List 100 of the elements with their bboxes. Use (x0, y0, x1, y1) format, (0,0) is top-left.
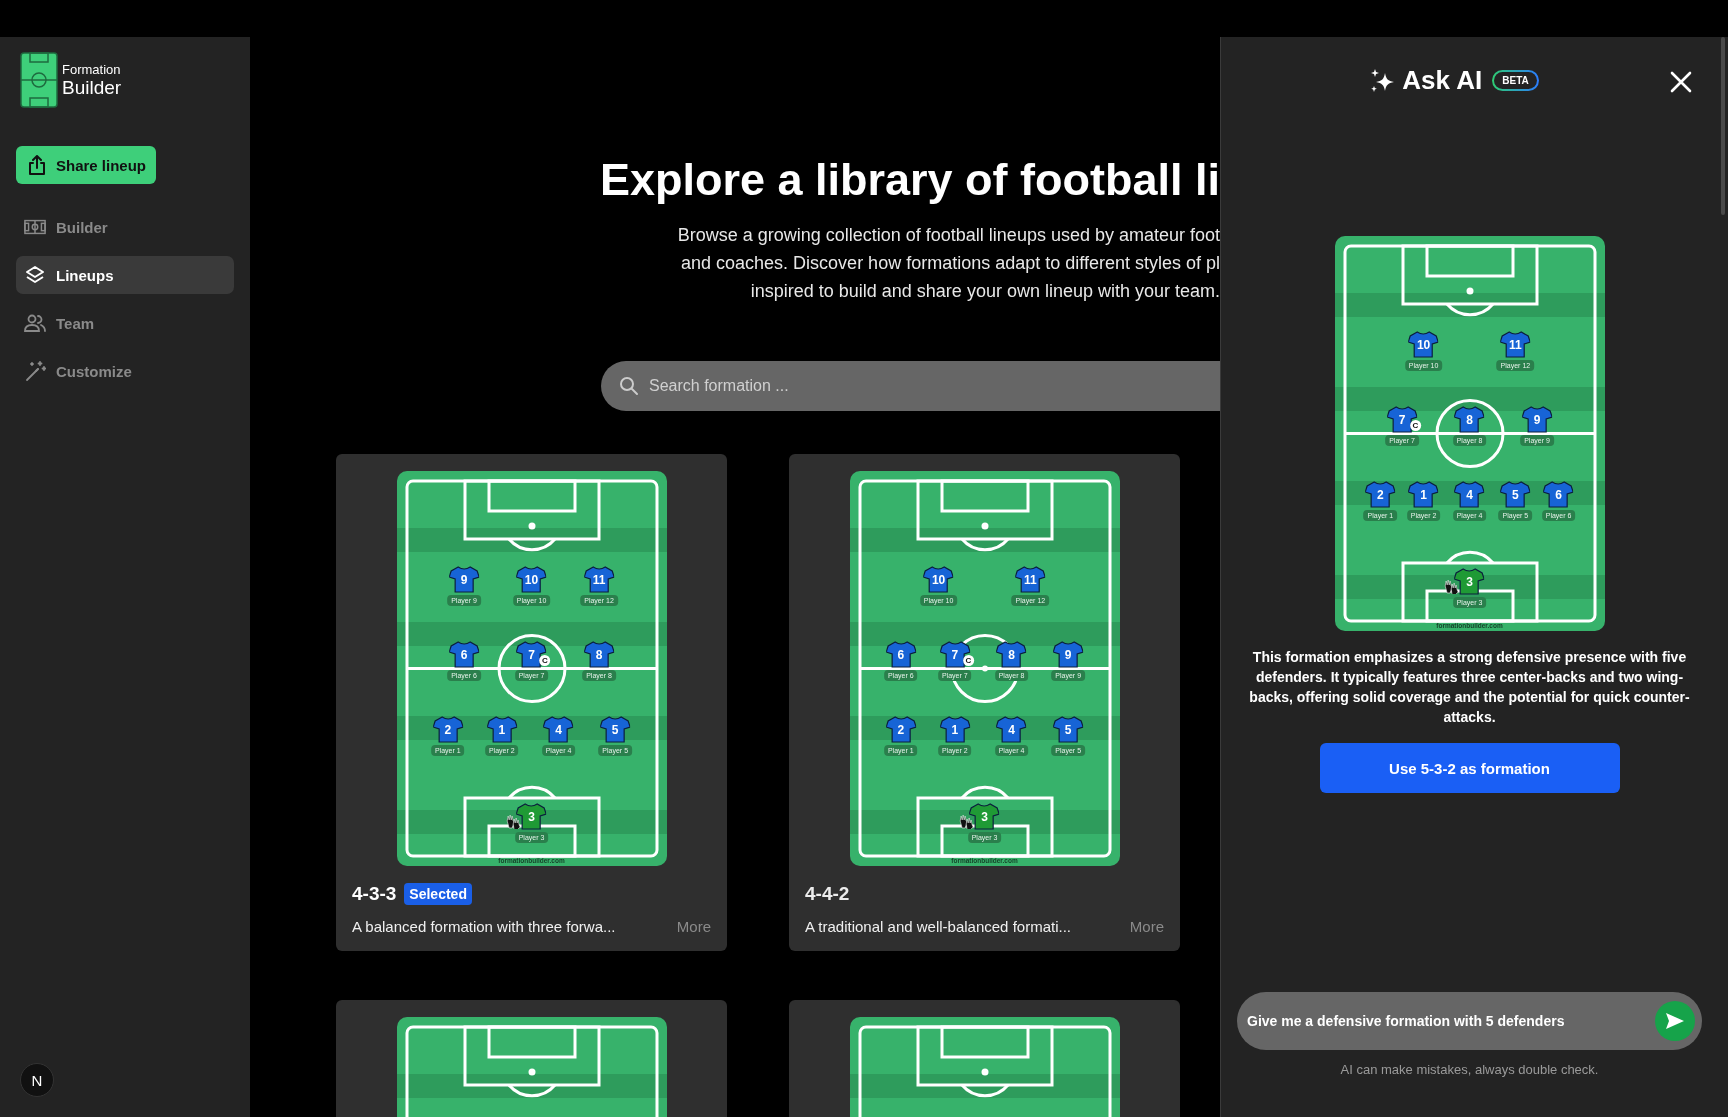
shirt-icon (516, 565, 547, 593)
jersey-number: 6 (1554, 487, 1563, 502)
shirt-icon (449, 565, 479, 593)
jersey-number: 10 (930, 572, 947, 587)
shirt-icon (1543, 480, 1574, 508)
shirt-icon (996, 715, 1027, 743)
jersey-number: 9 (1063, 647, 1073, 662)
shirt-icon (1500, 480, 1531, 508)
shirt-icon (584, 640, 614, 668)
more-link[interactable]: More (1129, 918, 1164, 935)
pitch-icon (24, 219, 46, 235)
jersey-number: 7 (527, 647, 536, 662)
beta-badge: BETA (1492, 70, 1539, 91)
share-icon (28, 155, 46, 175)
jersey-number: 3 (980, 809, 989, 824)
jersey-number: 1 (950, 722, 960, 737)
shirt-icon (516, 802, 547, 830)
close-icon (1670, 71, 1692, 93)
shirt-icon (1408, 330, 1439, 358)
shirt-icon (1387, 405, 1417, 433)
jersey-number: 11 (1023, 572, 1038, 587)
shirt-icon (1365, 480, 1396, 508)
shirt-icon (1015, 565, 1046, 593)
shirt-icon (1454, 480, 1485, 508)
gloves-icon (1444, 579, 1461, 594)
search-field[interactable]: Search formation ... (601, 361, 1220, 411)
shirt-icon (584, 565, 614, 593)
people-icon (24, 314, 46, 332)
gloves-icon (506, 814, 523, 829)
shirt-icon (1454, 405, 1485, 433)
shirt-icon (1500, 330, 1531, 358)
gloves-icon (959, 814, 976, 829)
jersey-number: 2 (896, 722, 906, 737)
jersey-number: 10 (1415, 337, 1432, 352)
shirt-icon (969, 802, 1000, 830)
logo-icon (20, 52, 58, 108)
sidebar-item[interactable]: Team (16, 304, 234, 342)
shirt-icon (939, 640, 970, 668)
jersey-number: 7 (950, 647, 960, 662)
shirt-icon (516, 640, 547, 668)
formation-description: A traditional and well-balanced formati... (805, 918, 1071, 935)
jersey-number: 9 (459, 572, 469, 587)
jersey-number: 5 (1063, 722, 1073, 737)
formation-name: 4-4-2 (805, 883, 850, 905)
layers-icon (24, 265, 46, 285)
jersey-number: 5 (610, 722, 620, 737)
jersey-number: 10 (523, 572, 540, 587)
jersey-number: 1 (1419, 487, 1428, 502)
sidebar-item[interactable]: Lineups (16, 256, 234, 294)
scrollbar-thumb[interactable] (1721, 37, 1725, 215)
ai-answer-text: This formation emphasizes a strong defensive presence with five defenders. It typically features three center-backs and two wing-backs, offering solid coverage and the potential for quick counter-attacks. (1248, 648, 1691, 727)
jersey-number: 4 (1007, 722, 1016, 737)
jersey-number: 11 (591, 572, 607, 587)
shirt-icon (885, 640, 916, 668)
more-link[interactable]: More (676, 918, 711, 935)
logo-text-large: Builder (62, 76, 122, 99)
magic-wand-icon (24, 360, 46, 382)
jersey-number: 1 (497, 722, 507, 737)
formation-description: A balanced formation with three forwa... (352, 918, 616, 935)
jersey-number: 2 (1376, 487, 1385, 502)
jersey-number: 3 (1465, 574, 1474, 589)
shirt-icon (486, 715, 517, 743)
jersey-number: 5 (1511, 487, 1520, 502)
panel-title: Ask AI (1402, 65, 1483, 96)
shirt-icon (449, 640, 479, 668)
jersey-number: 8 (1465, 412, 1474, 427)
shirt-icon (923, 565, 954, 593)
share-lineup-button[interactable]: Share lineup (16, 146, 157, 184)
formation-card[interactable] (336, 454, 727, 951)
use-formation-button[interactable]: Use 5-3-2 as formation (1319, 743, 1620, 793)
captain-badge: C (1410, 419, 1421, 431)
jersey-number: 6 (896, 647, 906, 662)
jersey-number: 8 (594, 647, 604, 662)
selected-badge: Selected (404, 883, 472, 905)
jersey-number: 9 (1532, 412, 1542, 427)
dev-indicator-button[interactable]: N (20, 1063, 54, 1097)
logo-text-small: Formation (62, 61, 122, 77)
page-heading: Explore a library of football li (599, 153, 1220, 207)
formation-card[interactable] (789, 454, 1180, 951)
shirt-icon (1053, 640, 1084, 668)
jersey-number: 7 (1397, 412, 1407, 427)
close-button[interactable] (1670, 71, 1692, 93)
shirt-icon (1408, 480, 1439, 508)
jersey-number: 4 (1465, 487, 1474, 502)
shirt-icon (432, 715, 463, 743)
shirt-icon (996, 640, 1027, 668)
formation-name: 4-3-3 (352, 883, 397, 905)
sidebar-item[interactable]: Builder (16, 208, 234, 246)
shirt-icon (543, 715, 574, 743)
jersey-number: 4 (554, 722, 563, 737)
shirt-icon (1053, 715, 1084, 743)
shirt-icon (600, 715, 631, 743)
shirt-icon (885, 715, 916, 743)
jersey-number: 3 (527, 809, 536, 824)
jersey-number: 2 (443, 722, 453, 737)
sidebar-item[interactable]: Customize (16, 352, 234, 390)
chat-input-field[interactable]: Give me a defensive formation with 5 defenders (1237, 992, 1702, 1050)
page-description: Browse a growing collection of football lineups used by amateur foot and coaches. Discover how formations adapt to different styles of pl inspired to build and share your own lineup with your team. (677, 224, 1220, 303)
shirt-icon (939, 715, 970, 743)
captain-badge: C (539, 654, 551, 666)
